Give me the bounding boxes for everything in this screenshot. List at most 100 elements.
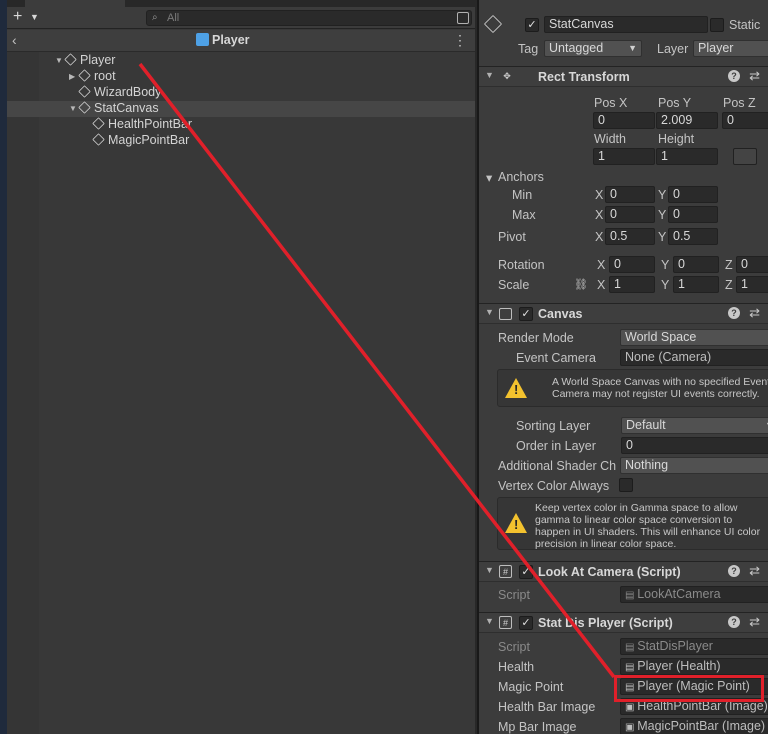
tag-label: Tag <box>518 42 539 56</box>
anchor-min-y-field[interactable]: 0 <box>668 186 718 203</box>
component-title: Stat Dis Player (Script) <box>538 616 673 630</box>
settings-sliders-icon[interactable]: ⇄ <box>749 305 760 321</box>
hierarchy-search-input[interactable]: ⌕ All <box>146 10 472 26</box>
sorting-layer-dropdown[interactable]: Default▼ <box>621 417 768 434</box>
mp-bar-image-field[interactable]: ▣ MagicPointBar (Image) <box>620 718 768 734</box>
scale-x-field[interactable]: 1 <box>609 276 655 293</box>
look-at-camera-header[interactable]: ▼ # ✓ Look At Camera (Script) ? ⇄ <box>479 561 768 582</box>
shader-channels-dropdown[interactable]: Nothing <box>620 457 768 474</box>
canvas-enabled-checkbox[interactable]: ✓ <box>519 307 533 321</box>
min-label: Min <box>512 188 533 202</box>
image-ref-icon: ▣ <box>625 702 638 713</box>
gameobject-icon <box>92 117 105 130</box>
warning-icon: ! <box>505 513 527 533</box>
pos-z-field[interactable]: 0 <box>722 112 768 129</box>
search-placeholder: All <box>167 12 180 24</box>
gameobject-icon <box>92 133 105 146</box>
scale-label: Scale <box>498 278 530 292</box>
height-label: Height <box>658 132 695 146</box>
rect-transform-header[interactable]: ▼ ✥ Rect Transform ? ⇄ <box>479 66 768 87</box>
back-arrow-icon[interactable]: ‹ <box>12 32 17 48</box>
create-plus-icon[interactable]: + <box>13 8 22 26</box>
settings-sliders-icon[interactable]: ⇄ <box>749 68 760 84</box>
hierarchy-panel: + ▼ ⌕ All ‹ Player ⋮ ▼ Player ▶ root Wizar… <box>7 0 475 734</box>
expand-triangle-icon[interactable]: ▼ <box>55 56 65 65</box>
pivot-label: Pivot <box>498 230 526 244</box>
help-icon[interactable]: ? <box>728 565 740 577</box>
tree-item-wizardbody[interactable]: WizardBody <box>78 85 161 101</box>
stat-dis-script-field: ▤ StatDisPlayer <box>620 638 768 655</box>
help-icon[interactable]: ? <box>728 307 740 319</box>
expand-triangle-icon[interactable]: ▼ <box>69 104 79 113</box>
rotation-y-field[interactable]: 0 <box>673 256 719 273</box>
cube-icon <box>483 14 503 34</box>
tree-item-statcanvas[interactable]: ▼ StatCanvas <box>7 101 475 117</box>
gameobject-icon <box>78 69 91 82</box>
anchor-max-y-field[interactable]: 0 <box>668 206 718 223</box>
static-checkbox[interactable] <box>710 18 724 32</box>
health-field[interactable]: ▤ Player (Health) <box>620 658 768 675</box>
active-checkbox[interactable]: ✓ <box>525 18 539 32</box>
lock-icon[interactable] <box>457 12 469 24</box>
script-file-icon: ▤ <box>625 590 638 601</box>
pivot-y-field[interactable]: 0.5 <box>668 228 718 245</box>
blueprint-mode-button[interactable] <box>733 148 757 165</box>
stat-dis-enabled-checkbox[interactable]: ✓ <box>519 616 533 630</box>
pos-x-field[interactable]: 0 <box>593 112 655 129</box>
tree-item-healthpointbar[interactable]: HealthPointBar <box>92 117 192 133</box>
scale-y-field[interactable]: 1 <box>673 276 719 293</box>
look-at-script-field: ▤ LookAtCamera <box>620 586 768 603</box>
pivot-y-label: Y <box>658 230 667 244</box>
order-in-layer-field[interactable]: 0 <box>621 437 768 454</box>
menu-kebab-icon[interactable]: ⋮ <box>453 32 467 49</box>
vertex-color-checkbox[interactable] <box>619 478 633 492</box>
rot-x-label: X <box>597 258 606 272</box>
link-icon[interactable]: ⛓ <box>574 278 588 291</box>
anchors-triangle-icon[interactable]: ▾ <box>486 170 492 185</box>
prefab-title: Player <box>196 33 250 47</box>
layer-dropdown[interactable]: Player <box>693 40 768 57</box>
stat-dis-player-header[interactable]: ▼ # ✓ Stat Dis Player (Script) ? ⇄ <box>479 612 768 633</box>
vertex-color-label: Vertex Color Always <box>498 479 610 493</box>
anchor-min-x-field[interactable]: 0 <box>605 186 655 203</box>
search-icon: ⌕ <box>152 12 158 23</box>
collapse-triangle-icon[interactable]: ▶ <box>69 72 79 81</box>
canvas-header[interactable]: ▼ ✓ Canvas ? ⇄ <box>479 303 768 324</box>
width-field[interactable]: 1 <box>593 148 655 165</box>
pivot-x-label: X <box>595 230 604 244</box>
max-x-label: X <box>595 208 604 222</box>
pos-y-field[interactable]: 2.009 <box>656 112 718 129</box>
hierarchy-gutter <box>7 52 39 734</box>
gameobject-icon <box>78 101 91 114</box>
look-at-enabled-checkbox[interactable]: ✓ <box>519 565 533 579</box>
height-field[interactable]: 1 <box>656 148 718 165</box>
rotation-x-field[interactable]: 0 <box>609 256 655 273</box>
pivot-x-field[interactable]: 0.5 <box>605 228 655 245</box>
render-mode-dropdown[interactable]: World Space <box>620 329 768 346</box>
script-label: Script <box>498 640 530 654</box>
tree-item-magicpointbar[interactable]: MagicPointBar <box>92 133 189 149</box>
collapse-triangle-icon[interactable]: ▼ <box>485 616 494 626</box>
object-name-field[interactable]: StatCanvas <box>544 16 708 33</box>
tree-item-player[interactable]: ▼ Player <box>55 53 115 69</box>
inspector-panel: ✓ StatCanvas Static Tag Untagged ▼ Layer … <box>477 0 768 734</box>
tag-dropdown[interactable]: Untagged ▼ <box>544 40 642 57</box>
anchor-max-x-field[interactable]: 0 <box>605 206 655 223</box>
help-icon[interactable]: ? <box>728 70 740 82</box>
settings-sliders-icon[interactable]: ⇄ <box>749 614 760 630</box>
help-icon[interactable]: ? <box>728 616 740 628</box>
scale-z-field[interactable]: 1 <box>736 276 768 293</box>
tab-hierarchy[interactable] <box>25 0 125 7</box>
gameobject-icon <box>64 53 77 66</box>
width-label: Width <box>594 132 626 146</box>
sorting-layer-label: Sorting Layer <box>516 419 591 433</box>
event-camera-field[interactable]: None (Camera) <box>620 349 768 366</box>
collapse-triangle-icon[interactable]: ▼ <box>485 307 494 317</box>
settings-sliders-icon[interactable]: ⇄ <box>749 563 760 579</box>
tree-item-root[interactable]: ▶ root <box>69 69 116 85</box>
collapse-triangle-icon[interactable]: ▼ <box>485 70 494 80</box>
rotation-z-field[interactable]: 0 <box>736 256 768 273</box>
create-dropdown-icon[interactable]: ▼ <box>30 12 39 22</box>
collapse-triangle-icon[interactable]: ▼ <box>485 565 494 575</box>
order-in-layer-label: Order in Layer <box>516 439 596 453</box>
